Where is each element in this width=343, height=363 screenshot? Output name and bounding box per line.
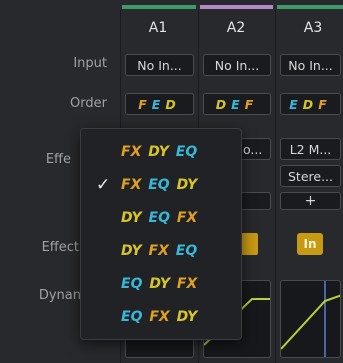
order-option-token: FX (149, 309, 170, 325)
order-option-token: DY (149, 276, 171, 292)
order-option-6[interactable]: EQ FX DY (81, 302, 241, 332)
order-option-token: EQ (175, 243, 198, 259)
order-tag: F (318, 97, 332, 112)
order-tag: D (165, 97, 181, 112)
dynamics-graph-a3[interactable] (280, 280, 341, 358)
order-option-token: EQ (148, 177, 170, 193)
effect-add-button-a3[interactable]: + (280, 192, 341, 210)
order-tag: E (231, 97, 245, 112)
order-tag: D (215, 97, 232, 112)
effects-row-label: Effe (45, 152, 71, 167)
order-option-1[interactable]: FX DY EQ (81, 137, 241, 167)
order-option-label: FX EQ DY (121, 170, 197, 200)
order-option-token: DY (176, 177, 198, 193)
order-option-label: DY EQ FX (121, 203, 197, 233)
order-option-token: FX (148, 243, 169, 259)
dynamics-row-label: Dynan (38, 288, 81, 303)
checkmark-icon: ✓ (96, 175, 111, 195)
effects-in-button-a3[interactable]: In (297, 233, 323, 255)
order-tag: D (302, 97, 319, 112)
effects-in-button-a2[interactable] (240, 233, 258, 255)
order-option-token: DY (121, 243, 142, 259)
order-option-token: DY (121, 210, 142, 226)
order-option-5[interactable]: EQ DY FX (81, 269, 241, 299)
order-option-label: DY FX EQ (121, 236, 197, 266)
channel-name-a1[interactable]: A1 (122, 20, 194, 36)
channel-name-a2[interactable]: A2 (200, 20, 272, 36)
effect-slot-a3-1[interactable]: L2 M... (280, 138, 341, 160)
order-select-a2[interactable]: DEF (203, 93, 271, 115)
dynamics-curve (281, 281, 340, 357)
order-option-token: EQ (121, 309, 143, 325)
effect-add-slot-a2[interactable] (240, 192, 271, 210)
order-option-token: FX (121, 177, 142, 193)
column-separator (275, 10, 276, 363)
order-tag: F (244, 97, 259, 112)
channel-color-strip-a3 (277, 5, 343, 9)
order-option-4[interactable]: DY FX EQ (81, 236, 241, 266)
mixer-panel: A1 A2 A3 Input Order Effe Effect Dynan N… (0, 0, 343, 363)
effect-order-dropdown-menu: FX DY EQ ✓ FX EQ DY DY EQ FX DY FX EQ EQ DY F… (80, 128, 242, 340)
order-tag: E (289, 97, 303, 112)
effects-in-row-label: Effect (41, 240, 79, 255)
effect-slot-a2[interactable]: o... (240, 138, 271, 160)
order-row-label: Order (70, 96, 107, 111)
order-option-token: EQ (148, 210, 171, 226)
order-option-token: EQ (121, 276, 143, 292)
input-select-a3[interactable]: No In... (280, 54, 341, 76)
order-option-token: FX (176, 276, 198, 292)
channel-color-strip-a2 (200, 5, 273, 9)
order-tag: E (151, 97, 166, 112)
input-select-a1[interactable]: No In... (125, 54, 194, 76)
input-select-a2[interactable]: No In... (203, 54, 271, 76)
effect-slot-a3-2[interactable]: Stere... (280, 165, 341, 187)
order-option-2[interactable]: ✓ FX EQ DY (81, 170, 241, 200)
order-option-3[interactable]: DY EQ FX (81, 203, 241, 233)
order-option-token: FX (176, 210, 198, 226)
order-option-label: EQ DY FX (121, 269, 197, 299)
order-tag: F (138, 97, 152, 112)
order-select-a3[interactable]: EDF (280, 93, 341, 115)
order-option-token: EQ (175, 144, 198, 160)
order-option-token: DY (148, 144, 169, 160)
channel-name-a3[interactable]: A3 (277, 20, 343, 36)
order-select-a1[interactable]: FED (125, 93, 194, 115)
order-option-label: EQ FX DY (121, 302, 197, 332)
input-row-label: Input (73, 56, 107, 71)
order-option-token: DY (176, 309, 198, 325)
order-option-token: FX (121, 144, 142, 160)
order-option-label: FX DY EQ (121, 137, 197, 167)
channel-color-strip-a1 (122, 5, 196, 9)
